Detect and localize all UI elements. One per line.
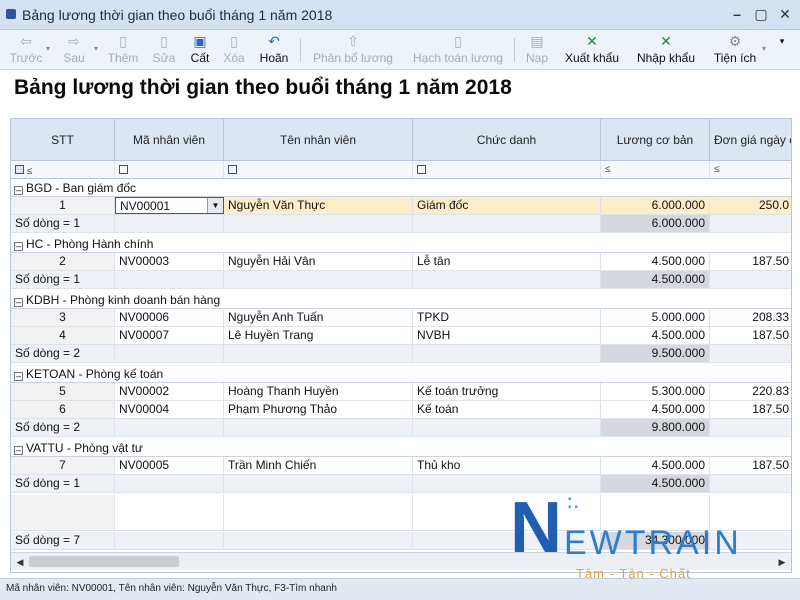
next-dropdown-icon[interactable]: ▾ xyxy=(94,44,98,53)
delete-button[interactable]: ▯ Xóa xyxy=(220,32,248,68)
group-footer-row: Số dòng = 1 4.500.000 xyxy=(11,475,791,493)
group-row[interactable]: – VATTU - Phòng vật tư xyxy=(11,439,791,457)
group-row[interactable]: – KETOAN - Phòng kế toán xyxy=(11,365,791,383)
utility-button[interactable]: ⚙ Tiện ích ▾ xyxy=(710,32,766,68)
column-header-daily-rate[interactable]: Đơn giá ngày c xyxy=(710,119,791,160)
group-footer-row: Số dòng = 2 9.500.000 xyxy=(11,345,791,363)
collapse-icon[interactable]: – xyxy=(14,298,23,307)
table-row[interactable]: 5 NV00002 Hoàng Thanh Huyền Kế toán trưở… xyxy=(11,383,791,401)
scrollbar-thumb[interactable] xyxy=(29,556,179,567)
status-text: Mã nhân viên: NV00001, Tên nhân viên: Ng… xyxy=(6,583,337,594)
arrow-right-icon: ⇨ xyxy=(68,33,80,49)
arrow-left-icon: ⇦ xyxy=(20,33,32,49)
group-footer-row: Số dòng = 2 9.800.000 xyxy=(11,419,791,437)
filter-employee-name[interactable] xyxy=(224,161,413,178)
table-row[interactable]: 3 NV00006 Nguyễn Anh Tuấn TPKD 5.000.000… xyxy=(11,309,791,327)
maximize-button[interactable]: ▢ xyxy=(754,6,768,22)
filter-stt[interactable]: ≤ xyxy=(11,161,115,178)
account-icon: ▯ xyxy=(454,33,462,49)
save-icon: ▣ xyxy=(193,33,207,49)
load-button[interactable]: ▤ Nạp xyxy=(522,32,552,68)
grand-total-row: Số dòng = 7 34.300.000 xyxy=(11,532,791,550)
table-row[interactable]: 2 NV00003 Nguyễn Hải Vân Lễ tân 4.500.00… xyxy=(11,253,791,271)
filter-box-icon xyxy=(228,165,237,174)
employee-code-combobox[interactable]: NV00001 ▼ xyxy=(115,197,224,214)
collapse-icon[interactable]: – xyxy=(14,242,23,251)
page-title: Bảng lương thời gian theo buổi tháng 1 n… xyxy=(14,76,512,99)
table-row[interactable]: 6 NV00004 Phạm Phương Thảo Kế toán 4.500… xyxy=(11,401,791,419)
filter-daily-rate[interactable]: ≤ xyxy=(710,161,791,178)
empty-row xyxy=(11,495,791,531)
scroll-right-icon[interactable]: ▶ xyxy=(775,555,789,569)
allocate-icon: ⇧ xyxy=(347,33,359,49)
table-row[interactable]: 4 NV00007 Lê Huyền Trang NVBH 4.500.000 … xyxy=(11,327,791,345)
table-row[interactable]: 1 NV00001 ▼ Nguyễn Văn Thực Giám đốc 6.00… xyxy=(11,197,791,215)
toolbar-overflow-button[interactable]: ▾ xyxy=(772,32,792,68)
filter-base-salary[interactable]: ≤ xyxy=(601,161,710,178)
save-button[interactable]: ▣ Cất xyxy=(186,32,214,68)
group-row[interactable]: – KDBH - Phòng kinh doanh bán hàng xyxy=(11,291,791,309)
undo-icon: ↶ xyxy=(268,33,280,49)
filter-employee-code[interactable] xyxy=(115,161,224,178)
column-header-employee-name[interactable]: Tên nhân viên xyxy=(224,119,413,160)
load-icon: ▤ xyxy=(530,33,544,49)
filter-job-title[interactable] xyxy=(413,161,601,178)
toolbar-separator xyxy=(514,38,515,62)
window-controls: – ▢ ✕ xyxy=(730,6,792,22)
toolbar-separator xyxy=(300,38,301,62)
group-row[interactable]: – HC - Phòng Hành chính xyxy=(11,235,791,253)
delete-icon: ▯ xyxy=(230,33,238,49)
grand-total-amount: 34.300.000 xyxy=(601,532,710,549)
overflow-icon: ▾ xyxy=(779,36,785,46)
collapse-icon[interactable]: – xyxy=(14,446,23,455)
minimize-button[interactable]: – xyxy=(730,6,744,22)
table-row[interactable]: 7 NV00005 Trần Minh Chiến Thủ kho 4.500.… xyxy=(11,457,791,475)
excel-export-icon: ✕ xyxy=(586,33,598,49)
filter-box-icon xyxy=(119,165,128,174)
edit-icon: ▯ xyxy=(160,33,168,49)
add-button[interactable]: ▯ Thêm xyxy=(106,32,140,68)
new-document-icon: ▯ xyxy=(119,33,127,49)
undo-button[interactable]: ↶ Hoãn xyxy=(256,32,292,68)
column-header-job-title[interactable]: Chức danh xyxy=(413,119,601,160)
import-button[interactable]: ✕ Nhập khẩu xyxy=(634,32,698,68)
column-header-base-salary[interactable]: Lương cơ bản xyxy=(601,119,710,160)
export-button[interactable]: ✕ Xuất khẩu xyxy=(562,32,622,68)
group-row[interactable]: – BGD - Ban giám đốc xyxy=(11,179,791,197)
window-title: Bảng lương thời gian theo buổi tháng 1 n… xyxy=(22,7,333,23)
group-footer-row: Số dòng = 1 4.500.000 xyxy=(11,271,791,289)
toolbar: ⇦ Trước ▾ ⇨ Sau ▾ ▯ Thêm ▯ Sửa ▣ Cất ▯ X… xyxy=(0,30,800,70)
salary-grid: STT Mã nhân viên Tên nhân viên Chức danh… xyxy=(10,118,792,573)
filter-row: ≤ ≤ ≤ xyxy=(11,161,791,179)
scroll-left-icon[interactable]: ◀ xyxy=(13,555,27,569)
filter-box-icon xyxy=(417,165,426,174)
window-titlebar: Bảng lương thời gian theo buổi tháng 1 n… xyxy=(0,0,800,30)
close-button[interactable]: ✕ xyxy=(778,6,792,22)
grid-header: STT Mã nhân viên Tên nhân viên Chức danh… xyxy=(11,119,791,161)
back-dropdown-icon[interactable]: ▾ xyxy=(46,44,50,53)
account-salary-button[interactable]: ▯ Hạch toán lương xyxy=(408,32,508,68)
column-header-employee-code[interactable]: Mã nhân viên xyxy=(115,119,224,160)
chevron-down-icon[interactable]: ▼ xyxy=(207,198,223,213)
column-header-stt[interactable]: STT xyxy=(11,119,115,160)
edit-button[interactable]: ▯ Sửa xyxy=(150,32,178,68)
utility-dropdown-icon[interactable]: ▾ xyxy=(762,44,766,53)
excel-import-icon: ✕ xyxy=(660,33,672,49)
collapse-icon[interactable]: – xyxy=(14,372,23,381)
next-button[interactable]: ⇨ Sau ▾ xyxy=(56,32,98,68)
filter-editor-icon xyxy=(15,165,24,174)
collapse-icon[interactable]: – xyxy=(14,186,23,195)
horizontal-scrollbar[interactable]: ◀ ▶ xyxy=(11,552,791,570)
status-bar: Mã nhân viên: NV00001, Tên nhân viên: Ng… xyxy=(0,578,800,600)
grand-total-count: Số dòng = 7 xyxy=(11,532,115,549)
app-icon xyxy=(6,9,16,19)
allocate-salary-button[interactable]: ⇧ Phân bổ lương xyxy=(308,32,398,68)
group-footer-row: Số dòng = 1 6.000.000 xyxy=(11,215,791,233)
utility-icon: ⚙ xyxy=(728,33,742,49)
back-button[interactable]: ⇦ Trước ▾ xyxy=(8,32,50,68)
